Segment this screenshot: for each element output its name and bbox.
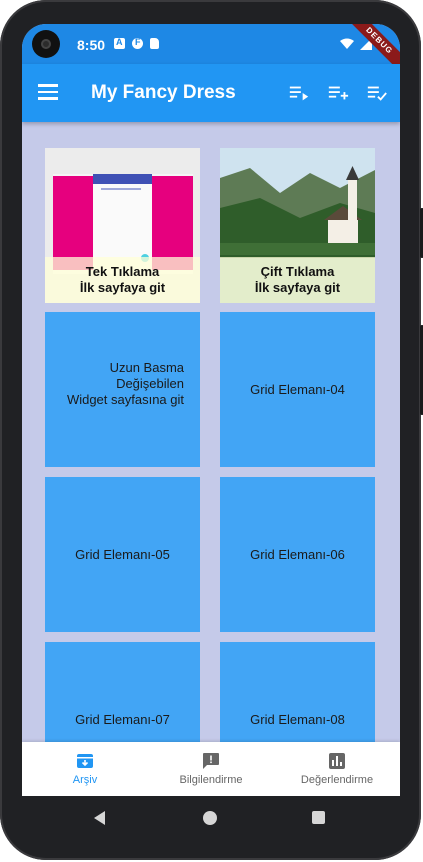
long-press-line1: Uzun Basma	[109, 360, 184, 375]
long-press-text: Uzun Basma Değişebilen Widget sayfasına …	[67, 360, 184, 408]
grid-tile-label: Grid Elemanı-04	[250, 382, 345, 397]
app-title: My Fancy Dress	[91, 82, 236, 103]
bottom-navigation: Arşiv Bilgilendirme Değerlendirme	[22, 742, 400, 796]
grid-tile-label: Grid Elemanı-06	[250, 547, 345, 562]
grid-tile-label: Grid Elemanı-07	[75, 712, 170, 727]
grid-view: Tek Tıklama İlk sayfaya git Çift Tıklama…	[22, 122, 400, 742]
archive-icon	[77, 754, 93, 768]
grid-tile-label: Grid Elemanı-05	[75, 547, 170, 562]
grid-tile-07[interactable]: Grid Elemanı-07	[45, 642, 200, 742]
grid-tile-04[interactable]: Grid Elemanı-04	[220, 312, 375, 467]
app-bar: My Fancy Dress	[22, 64, 400, 122]
grid-tile-label: Grid Elemanı-08	[250, 712, 345, 727]
status-icons-left	[114, 37, 159, 49]
status-bar: 8:50 DEBUG	[22, 24, 400, 78]
playlist-play-icon[interactable]	[288, 82, 310, 104]
back-icon[interactable]	[94, 811, 105, 825]
sd-card-icon	[150, 38, 159, 49]
nav-label: Arşiv	[72, 774, 98, 786]
tile-caption: Tek Tıklama İlk sayfaya git	[45, 257, 200, 303]
nav-item-degerlendirme[interactable]: Değerlendirme	[274, 742, 400, 796]
long-press-line3: Widget sayfasına git	[66, 392, 184, 407]
long-press-line2: Değişebilen	[116, 376, 184, 391]
grid-tile-05[interactable]: Grid Elemanı-05	[45, 477, 200, 632]
wifi-icon	[340, 38, 354, 49]
playlist-check-icon[interactable]	[366, 82, 388, 104]
system-navigation-bar	[22, 796, 400, 840]
tile-caption-line2: İlk sayfaya git	[254, 280, 341, 295]
grid-tile-06[interactable]: Grid Elemanı-06	[220, 477, 375, 632]
playlist-add-icon[interactable]	[327, 82, 349, 104]
phone-frame: 8:50 DEBUG My Fancy Dress	[0, 0, 423, 860]
tile-caption-line1: Çift Tıklama	[260, 264, 335, 279]
app-bar-actions	[288, 82, 388, 104]
screen: 8:50 DEBUG My Fancy Dress	[22, 24, 400, 796]
a-badge-icon	[114, 37, 125, 49]
nav-label: Değerlendirme	[300, 774, 374, 786]
nav-label: Bilgilendirme	[179, 774, 243, 786]
camera-cutout	[32, 30, 60, 58]
tile-caption: Çift Tıklama İlk sayfaya git	[220, 257, 375, 303]
status-time: 8:50	[77, 37, 106, 53]
hamburger-menu-icon[interactable]	[38, 84, 58, 100]
f-badge-icon	[132, 37, 143, 49]
recent-apps-icon[interactable]	[312, 811, 325, 824]
grid-tile-08[interactable]: Grid Elemanı-08	[220, 642, 375, 742]
home-icon[interactable]	[203, 811, 217, 825]
tile-caption-line2: İlk sayfaya git	[79, 280, 166, 295]
nav-item-arsiv[interactable]: Arşiv	[22, 742, 148, 796]
tile-caption-line1: Tek Tıklama	[85, 264, 160, 279]
bar-chart-icon	[329, 753, 345, 769]
grid-tile-long-press[interactable]: Uzun Basma Değişebilen Widget sayfasına …	[45, 312, 200, 467]
nav-item-bilgilendirme[interactable]: Bilgilendirme	[148, 742, 274, 796]
grid-tile-single-tap[interactable]: Tek Tıklama İlk sayfaya git	[45, 148, 200, 303]
feedback-icon	[203, 753, 219, 769]
grid-tile-double-tap[interactable]: Çift Tıklama İlk sayfaya git	[220, 148, 375, 303]
